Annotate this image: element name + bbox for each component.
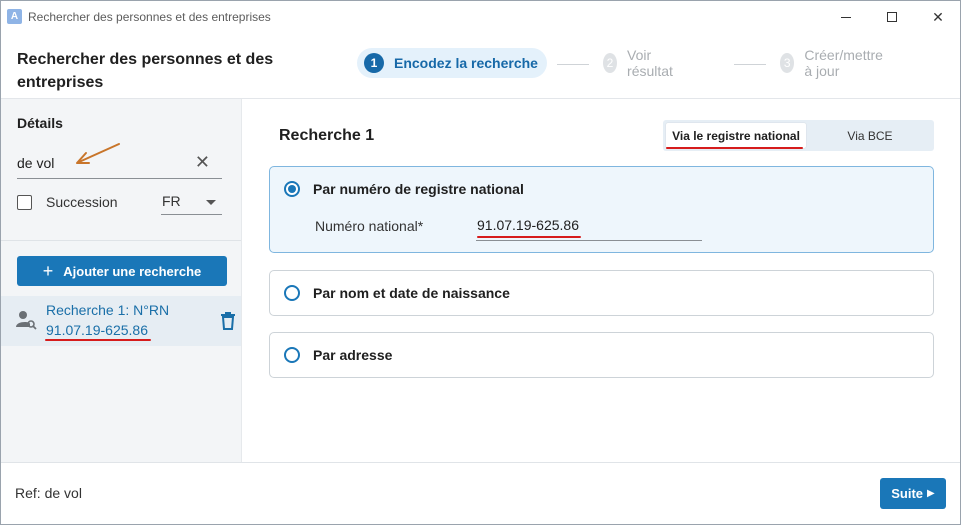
step-label: Encodez la recherche bbox=[394, 55, 538, 71]
maximize-button[interactable] bbox=[869, 1, 915, 33]
annotation-underline bbox=[45, 339, 151, 341]
person-search-icon bbox=[16, 311, 37, 330]
option-card-national-number[interactable]: Par numéro de registre national Numéro n… bbox=[269, 166, 934, 253]
next-label: Suite bbox=[891, 486, 924, 501]
step-number: 1 bbox=[364, 53, 384, 73]
language-select[interactable]: FR bbox=[161, 191, 222, 215]
annotation-underline bbox=[477, 236, 581, 238]
option-card-name-birthdate[interactable]: Par nom et date de naissance bbox=[269, 270, 934, 316]
option-label: Par adresse bbox=[313, 347, 393, 363]
step-label: Voir résultat bbox=[627, 47, 673, 79]
national-number-label: Numéro national* bbox=[315, 218, 424, 234]
page-title: Rechercher des personnes et des entrepri… bbox=[17, 51, 274, 91]
search-list-item[interactable]: Recherche 1: N°RN 91.07.19-625.86 bbox=[1, 296, 241, 346]
add-search-button[interactable]: + Ajouter une recherche bbox=[17, 256, 227, 286]
step-number: 2 bbox=[603, 53, 618, 73]
sidebar-divider bbox=[1, 240, 241, 241]
language-value: FR bbox=[162, 193, 181, 209]
window-title: Rechercher des personnes et des entrepri… bbox=[28, 10, 271, 24]
radio-national-number[interactable] bbox=[284, 181, 300, 197]
reference-text: Ref: de vol bbox=[15, 485, 82, 501]
clear-icon[interactable]: ✕ bbox=[195, 152, 210, 172]
step-number: 3 bbox=[780, 53, 795, 73]
add-search-label: Ajouter une recherche bbox=[63, 263, 202, 279]
succession-checkbox[interactable] bbox=[17, 195, 32, 210]
radio-name-birthdate[interactable] bbox=[284, 285, 300, 301]
radio-address[interactable] bbox=[284, 347, 300, 363]
search-item-value: 91.07.19-625.86 bbox=[46, 322, 148, 338]
step-results[interactable]: 2 Voir résultat bbox=[603, 47, 679, 79]
minimize-icon bbox=[841, 16, 851, 18]
trash-icon[interactable] bbox=[220, 312, 236, 330]
app-logo-icon: A bbox=[7, 9, 22, 24]
step-connector bbox=[557, 64, 589, 65]
annotation-underline bbox=[666, 147, 803, 149]
app-window: A Rechercher des personnes et des entrep… bbox=[0, 0, 961, 525]
step-create-update[interactable]: 3 Créer/mettre à jour bbox=[780, 47, 889, 79]
close-window-button[interactable]: ✕ bbox=[915, 1, 961, 33]
caret-down-icon bbox=[206, 200, 216, 205]
plus-icon: + bbox=[42, 261, 54, 281]
option-label: Par nom et date de naissance bbox=[313, 285, 510, 301]
toggle-national-register[interactable]: Via le registre national bbox=[666, 123, 806, 148]
option-label: Par numéro de registre national bbox=[313, 181, 524, 197]
minimize-button[interactable] bbox=[823, 1, 869, 33]
option-card-address[interactable]: Par adresse bbox=[269, 332, 934, 378]
footer-divider bbox=[1, 462, 960, 463]
play-icon: ▶ bbox=[927, 488, 935, 499]
succession-label: Succession bbox=[46, 194, 118, 210]
close-icon: ✕ bbox=[932, 8, 944, 25]
step-label: Créer/mettre à jour bbox=[804, 47, 883, 79]
details-heading: Détails bbox=[17, 115, 63, 131]
step-connector bbox=[734, 64, 766, 65]
annotation-arrow bbox=[76, 143, 120, 164]
next-button[interactable]: Suite ▶ bbox=[880, 478, 946, 509]
title-bar: A Rechercher des personnes et des entrep… bbox=[1, 1, 960, 33]
search-title: Recherche 1 bbox=[279, 127, 375, 144]
search-item-title: Recherche 1: N°RN bbox=[46, 302, 170, 318]
maximize-icon bbox=[887, 12, 897, 22]
national-number-value: 91.07.19-625.86 bbox=[477, 217, 579, 233]
toggle-bce[interactable]: Via BCE bbox=[806, 123, 934, 148]
sidebar: Détails ✕ Succession FR + Ajouter une re… bbox=[1, 99, 242, 462]
step-encode[interactable]: 1 Encodez la recherche bbox=[357, 48, 547, 78]
